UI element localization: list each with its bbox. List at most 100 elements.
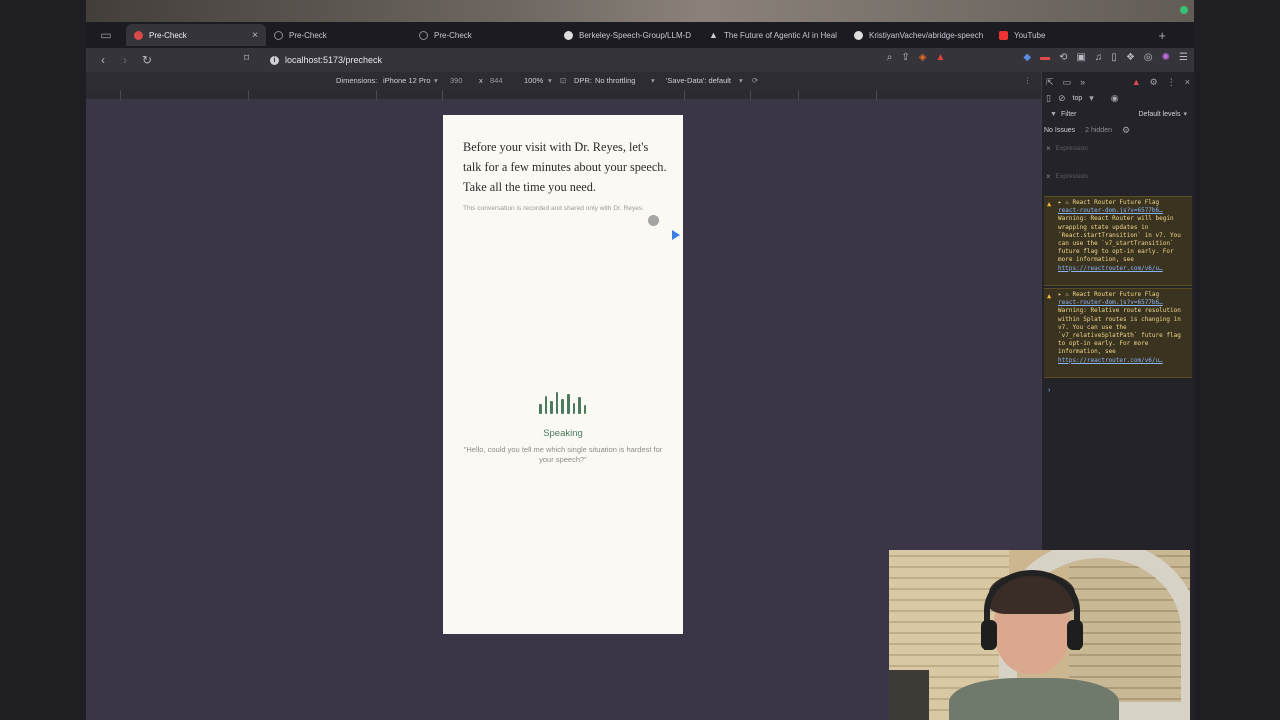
expression-input[interactable]: Expression [1056,173,1088,180]
extensions-icon[interactable]: ❖ [1126,52,1135,63]
console-warning[interactable]: ▲ ▸ ⚠ React Router Future Flag react-rou… [1044,196,1192,286]
wallet-icon[interactable]: ◎ [1144,52,1153,63]
waveform-bar [555,392,559,414]
desktop-left-edge [0,0,86,720]
issues-row: No Issues 2 hidden ⚙ [1042,124,1194,136]
tab-github-abridge[interactable]: KristiyanVachev/abridge-speech [846,24,991,46]
brave-shield-icon[interactable]: ◈ [919,52,927,63]
waveform-bar [583,405,587,414]
extension-icon[interactable]: ▬ [1040,52,1050,63]
music-icon[interactable]: ♫ [1095,52,1103,63]
extension-icon[interactable]: ⟲ [1059,52,1067,63]
share-icon[interactable]: ⇪ [901,52,909,63]
waveform-bar [567,394,570,414]
docs-link[interactable]: https://reactrouter.com/v6/u… [1058,265,1188,273]
zoom-icon[interactable]: ⌕ [887,52,893,63]
console-warning[interactable]: ▲ ▸ ⚠ React Router Future Flag react-rou… [1044,288,1192,378]
back-icon[interactable]: ‹ [94,53,112,67]
sidebar-icon[interactable]: ▯ [1111,52,1117,63]
eye-icon[interactable]: ◉ [1111,93,1119,104]
dpr-label: DPR: [574,76,592,85]
save-data-select[interactable]: 'Save-Data': default [666,76,731,85]
chevron-down-icon: ▾ [1183,111,1187,118]
address-bar[interactable]: i localhost:5173/precheck [270,51,930,69]
waveform-bar [578,397,581,414]
live-expression[interactable]: × Expression [1042,142,1194,154]
tab-precheck-2[interactable]: Pre-Check [266,24,411,46]
context-select[interactable]: top [1073,95,1083,102]
warning-icon: ▲ [1047,292,1052,300]
warning-title: ▸ ⚠ React Router Future Flag [1058,199,1160,206]
inspect-icon[interactable]: ⇱ [1046,77,1054,88]
width-input[interactable]: 390 [450,76,463,85]
recording-notice: This conversation is recorded and shared… [463,205,645,212]
intro-text: Before your visit with Dr. Reyes, let's … [463,140,667,194]
desktop-wallpaper [0,0,1280,22]
warning-title-text: React Router Future Flag [1072,291,1160,298]
site-info-icon[interactable]: i [270,55,279,65]
tab-precheck-3[interactable]: Pre-Check [411,24,556,46]
error-icon[interactable]: ▲ [1132,77,1141,87]
extension-icon[interactable]: ◆ [1023,52,1031,63]
new-tab-icon[interactable]: + [1158,28,1166,43]
media-query-ruler [86,90,1041,100]
device-select[interactable]: iPhone 12 Pro [383,76,431,85]
play-icon[interactable] [672,230,680,240]
device-toggle-icon[interactable]: ▭ [1063,77,1072,88]
height-input[interactable]: 844 [490,76,503,85]
sidebar-toggle-icon[interactable]: ▭ [86,22,126,48]
source-link[interactable]: react-router-dom.js?v=6577b6… [1058,207,1188,215]
chevron-down-icon: ▾ [434,76,438,85]
more-panels-icon[interactable]: » [1080,77,1085,87]
more-options-icon[interactable]: ⋮ [1024,76,1032,85]
clear-console-icon[interactable]: ⊘ [1058,93,1066,104]
tab-precheck-1[interactable]: Pre-Check × [126,24,266,46]
leo-icon[interactable]: ✺ [1162,52,1170,63]
tab-label: The Future of Agentic AI in Heal [724,30,837,40]
menu-icon[interactable]: ☰ [1179,52,1188,63]
settings-icon[interactable]: ⚙ [1150,77,1158,88]
sidebar-icon[interactable]: ▯ [1046,93,1051,104]
warning-body: Warning: Relative route resolution withi… [1058,307,1181,356]
remove-expression-icon[interactable]: × [1046,144,1051,153]
levels-select[interactable]: Default levels [1138,111,1180,118]
settings-icon[interactable]: ⚙ [1122,125,1130,136]
issues-count[interactable]: No Issues [1044,127,1075,134]
source-link[interactable]: react-router-dom.js?v=6577b6… [1058,299,1188,307]
waveform-bar [572,403,576,414]
throttling-select[interactable]: No throttling [595,76,635,85]
tab-label: Pre-Check [289,30,327,40]
extension-icon[interactable]: ▣ [1076,52,1085,63]
rotate-device-icon[interactable]: ⟳ [752,76,758,85]
tab-favicon-icon [419,30,428,40]
remove-expression-icon[interactable]: × [1046,172,1051,181]
tab-agentic-ai[interactable]: ▲ The Future of Agentic AI in Heal [701,24,846,46]
warning-title: ▸ ⚠ React Router Future Flag [1058,291,1160,298]
tab-label: Pre-Check [149,30,187,40]
tab-label: Pre-Check [434,30,472,40]
expression-input[interactable]: Expression [1056,145,1088,152]
rewards-icon[interactable]: ▲ [935,52,945,63]
filter-input[interactable]: Filter [1061,111,1077,118]
tab-label: Berkeley-Speech-Group/LLM-D [579,30,692,40]
zoom-select[interactable]: 100% [524,76,543,85]
close-icon[interactable]: × [1185,77,1190,87]
close-icon[interactable]: × [252,30,258,41]
more-options-icon[interactable]: ⋮ [1167,77,1176,88]
live-expression[interactable]: × Expression [1042,170,1194,182]
webcam-person [949,678,1119,720]
console-prompt[interactable]: › [1042,384,1194,396]
recording-indicator-icon [1180,6,1188,14]
docs-link[interactable]: https://reactrouter.com/v6/u… [1058,357,1188,365]
github-icon [564,30,573,40]
url-text: localhost:5173/precheck [285,55,383,65]
bookmark-icon[interactable]: ⌑ [244,53,249,64]
warning-title-text: React Router Future Flag [1072,199,1160,206]
tab-github-llm[interactable]: Berkeley-Speech-Group/LLM-D [556,24,701,46]
speaking-waveform-icon [539,390,589,414]
dimension-separator: x [479,76,483,85]
reload-icon[interactable]: ↻ [138,53,156,67]
rotate-icon[interactable]: ⊡ [560,76,566,85]
forward-icon[interactable]: › [116,53,134,67]
tab-youtube[interactable]: YouTube [991,24,1101,46]
